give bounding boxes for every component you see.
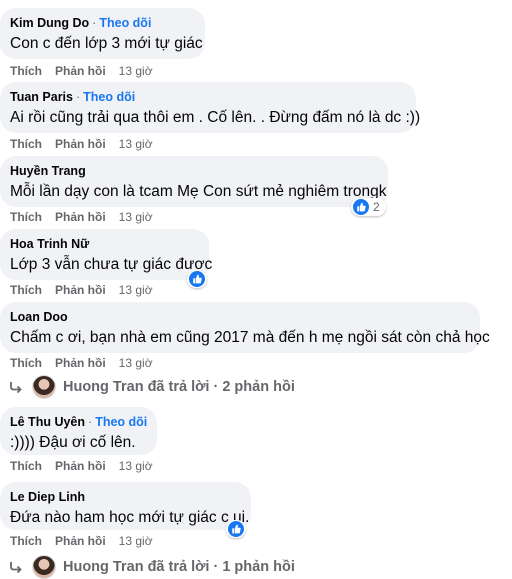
- reply-button[interactable]: Phản hồi: [55, 283, 106, 297]
- timestamp[interactable]: 13 giờ: [119, 356, 153, 370]
- comment-actions: Thích Phản hồi 13 giờ: [10, 534, 166, 548]
- avatar: [32, 555, 56, 579]
- comment-actions: Thích Phản hồi 13 giờ: [10, 210, 166, 224]
- reply-arrow-icon: [10, 562, 22, 574]
- separator-dot: ·: [88, 415, 93, 429]
- comment-bubble: Le Diep Linh Đứa nào ham học mới tự giác…: [0, 482, 251, 530]
- comment-text: Lớp 3 vẫn chưa tự giác được: [10, 256, 213, 273]
- like-button[interactable]: Thích: [10, 64, 42, 78]
- timestamp[interactable]: 13 giờ: [119, 534, 153, 548]
- reply-button[interactable]: Phản hồi: [55, 137, 106, 151]
- comment-actions: Thích Phản hồi 13 giờ: [10, 356, 166, 370]
- comment-actions: Thích Phản hồi 13 giờ: [10, 64, 166, 78]
- like-button[interactable]: Thích: [10, 137, 42, 151]
- comment-actions: Thích Phản hồi 13 giờ: [10, 459, 166, 473]
- separator-dot: ·: [75, 90, 81, 104]
- timestamp[interactable]: 13 giờ: [119, 64, 153, 78]
- commenter-name[interactable]: Hoa Trinh Nữ: [10, 237, 89, 251]
- timestamp[interactable]: 13 giờ: [119, 283, 153, 297]
- reply-arrow-icon: [10, 382, 22, 394]
- comment-text: Con c đến lớp 3 mới tự giác: [10, 35, 203, 52]
- reply-button[interactable]: Phản hồi: [55, 534, 106, 548]
- commenter-name[interactable]: Huyền Trang: [10, 164, 86, 178]
- like-reaction-icon: [228, 521, 244, 537]
- like-button[interactable]: Thích: [10, 210, 42, 224]
- comment-text: Ai rồi cũng trải qua thôi em . Cố lên. .…: [10, 109, 421, 126]
- reaction-badge[interactable]: 2: [351, 198, 386, 216]
- avatar: [32, 375, 56, 399]
- timestamp[interactable]: 13 giờ: [119, 210, 153, 224]
- commenter-name[interactable]: Kim Dung Do: [10, 16, 89, 30]
- reaction-badge[interactable]: [226, 520, 246, 538]
- reply-button[interactable]: Phản hồi: [55, 210, 106, 224]
- reply-button[interactable]: Phản hồi: [55, 356, 106, 370]
- like-button[interactable]: Thích: [10, 283, 42, 297]
- replies-summary[interactable]: Huong Tran đã trả lời · 2 phản hồi: [63, 379, 295, 395]
- like-button[interactable]: Thích: [10, 459, 42, 473]
- separator-dot: ·: [92, 16, 97, 30]
- reaction-count: 2: [373, 200, 380, 214]
- timestamp[interactable]: 13 giờ: [119, 137, 153, 151]
- comment-text: :)))) Đậu ơi cố lên.: [10, 434, 136, 451]
- comment-actions: Thích Phản hồi 13 giờ: [10, 137, 166, 151]
- view-replies-link[interactable]: Huong Tran đã trả lời · 2 phản hồi: [8, 375, 295, 399]
- comment-bubble: Lê Thu Uyên · Theo dõi :)))) Đậu ơi cố lên…: [0, 407, 157, 455]
- view-replies-link[interactable]: Huong Tran đã trả lời · 1 phản hồi: [8, 555, 295, 579]
- commenter-name[interactable]: Le Diep Linh: [10, 490, 85, 504]
- timestamp[interactable]: 13 giờ: [119, 459, 153, 473]
- comment-text: Mỗi lần dạy con là tcam Mẹ Con sứt mẻ ng…: [10, 183, 387, 200]
- like-reaction-icon: [189, 271, 205, 287]
- comment-bubble: Loan Doo Chấm c ơi, bạn nhà em cũng 2017…: [0, 302, 490, 353]
- comment-bubble: Hoa Trinh Nữ Lớp 3 vẫn chưa tự giác được: [0, 229, 213, 280]
- follow-link[interactable]: Theo dõi: [99, 16, 151, 30]
- comment-actions: Thích Phản hồi 13 giờ: [10, 283, 166, 297]
- comment-text: Đứa nào ham học mới tự giác c ui.: [10, 509, 250, 526]
- commenter-name[interactable]: Tuan Paris: [10, 90, 73, 104]
- commenter-name[interactable]: Lê Thu Uyên: [10, 415, 85, 429]
- reply-button[interactable]: Phản hồi: [55, 459, 106, 473]
- reply-button[interactable]: Phản hồi: [55, 64, 106, 78]
- comment-bubble: Huyền Trang Mỗi lần dạy con là tcam Mẹ C…: [0, 156, 388, 207]
- comment-bubble: Tuan Paris · Theo dõi Ai rồi cũng trải qua…: [0, 82, 421, 133]
- replies-summary[interactable]: Huong Tran đã trả lời · 1 phản hồi: [63, 559, 295, 575]
- like-button[interactable]: Thích: [10, 356, 42, 370]
- follow-link[interactable]: Theo dõi: [83, 90, 135, 104]
- comment-text: Chấm c ơi, bạn nhà em cũng 2017 mà đến h…: [10, 329, 490, 346]
- comment-bubble: Kim Dung Do · Theo dõi Con c đến lớp 3 mới…: [0, 8, 205, 59]
- like-button[interactable]: Thích: [10, 534, 42, 548]
- reaction-badge[interactable]: [187, 270, 207, 288]
- commenter-name[interactable]: Loan Doo: [10, 310, 68, 324]
- like-reaction-icon: [353, 199, 369, 215]
- follow-link[interactable]: Theo dõi: [95, 415, 147, 429]
